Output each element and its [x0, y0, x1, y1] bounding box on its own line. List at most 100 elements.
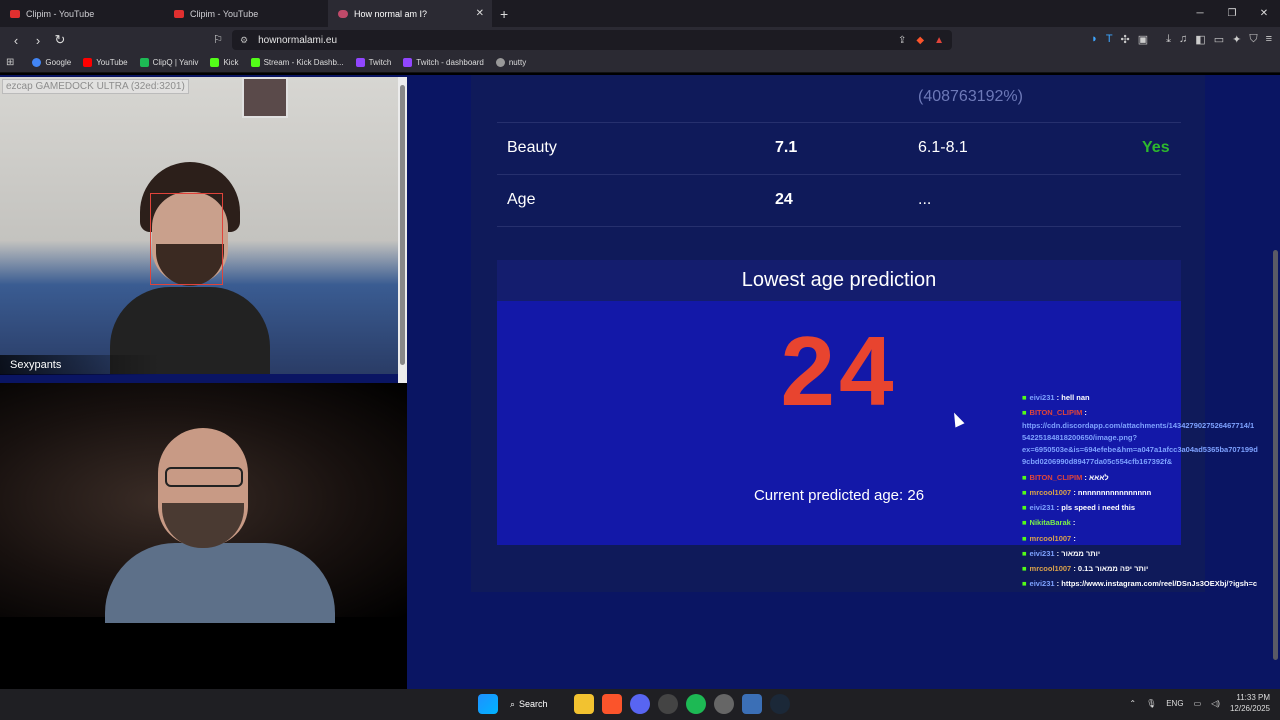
percent-text: (408763192%)	[918, 88, 1023, 105]
divider	[497, 122, 1181, 123]
youtube-icon	[10, 9, 20, 18]
translate-icon[interactable]: T	[1106, 33, 1113, 46]
steam-icon[interactable]	[770, 694, 790, 714]
start-icon[interactable]	[478, 694, 498, 714]
volume-icon[interactable]: ◁)	[1211, 699, 1220, 708]
search-label: Search	[519, 699, 548, 709]
windows-taskbar: ⌕ Search ⌃ 🎙 ENG ▭ ◁) 11:33 PM 12/26/2025	[0, 689, 1280, 720]
toolbar-icons: ◗ T ✣ ▣ ⤓ ♫ ◧ ▭ ✦ ⛉ ≡	[1091, 33, 1272, 46]
app-icon[interactable]	[658, 694, 678, 714]
extensions-icon[interactable]: ✣	[1121, 33, 1130, 46]
chat-message: ex=6950503e&is=694efebe&hm=a047a1afcc3a0…	[1022, 445, 1258, 454]
microphone-icon[interactable]: 🎙	[1146, 699, 1156, 708]
wall-poster	[242, 77, 288, 118]
chat-message: ■ mrcool1007 : יותר יפה ממאור ב0.1	[1022, 564, 1149, 573]
site-info-icon[interactable]: ⚙	[240, 35, 248, 46]
kick-icon	[250, 58, 260, 67]
bookmark-label: YouTube	[96, 58, 128, 67]
chat-overlay: ■ eivi231 : hell nan ■ BITON_CLIPIM : http…	[1018, 378, 1280, 598]
bookmark-nutty[interactable]: nutty	[495, 58, 527, 67]
tab-title: How normal am I?	[354, 8, 428, 19]
apps-grid-icon[interactable]: ⊞	[6, 57, 14, 68]
clock[interactable]: 11:33 PM 12/26/2025	[1230, 692, 1270, 714]
vpn-icon[interactable]: ⛉	[1249, 33, 1257, 46]
app-icon[interactable]	[742, 694, 762, 714]
close-window-button[interactable]: ✕	[1248, 8, 1280, 19]
bookmark-label: Twitch	[368, 58, 392, 67]
bookmark-label: Twitch - dashboard	[416, 58, 484, 67]
taskbar-search[interactable]: ⌕ Search	[506, 694, 566, 714]
navigation-toolbar: ‹ › ↻ ⚐ ⚙ hownormalami.eu ⇪ ◆ ▲ ◗ T ✣ ▣ …	[0, 27, 1280, 53]
webcam-feed-guest	[0, 383, 407, 689]
bookmark-twitch[interactable]: Twitch	[355, 58, 392, 67]
row-status-beauty: Yes	[1142, 139, 1170, 156]
wallet-icon[interactable]: ▭	[1214, 33, 1224, 46]
obs-icon[interactable]	[714, 694, 734, 714]
audio-icon[interactable]: ◗	[1091, 33, 1098, 46]
bookmark-kick[interactable]: Kick	[210, 58, 239, 67]
row-label-beauty: Beauty	[507, 139, 557, 156]
bookmark-label: nutty	[508, 58, 527, 67]
back-button[interactable]: ‹	[6, 33, 26, 48]
bookmark-label: Stream - Kick Dashb...	[263, 58, 344, 67]
taskbar-apps: ⌕ Search	[478, 694, 790, 714]
bookmark-clipq[interactable]: ClipQ | Yaniv	[139, 58, 198, 67]
tab-title: Clipim - YouTube	[190, 8, 259, 19]
bookmark-label: Google	[45, 58, 72, 67]
discord-icon[interactable]	[630, 694, 650, 714]
tab-title: Clipim - YouTube	[26, 8, 95, 19]
new-tab-button[interactable]: +	[500, 6, 508, 22]
clock-date: 12/26/2025	[1229, 704, 1270, 713]
bookmark-twitch-dashboard[interactable]: Twitch - dashboard	[403, 58, 484, 67]
bookmark-google[interactable]: Google	[32, 58, 71, 67]
brave-icon[interactable]	[602, 694, 622, 714]
bookmark-youtube[interactable]: YouTube	[83, 58, 128, 67]
chat-message: https://cdn.discordapp.com/attachments/1…	[1022, 421, 1255, 430]
tab-manager-icon[interactable]: ▣	[1138, 33, 1148, 46]
row-label-age: Age	[507, 191, 536, 208]
bookmark-kick-dashboard[interactable]: Stream - Kick Dashb...	[250, 58, 344, 67]
window-controls: ─ ❐ ✕	[1184, 0, 1280, 27]
forward-button[interactable]: ›	[28, 33, 48, 48]
bookmark-icon[interactable]: ⚐	[208, 33, 228, 46]
browser-tab-1[interactable]: Clipim - YouTube	[0, 0, 164, 27]
browser-tab-2[interactable]: Clipim - YouTube	[164, 0, 328, 27]
capture-device-dropdown[interactable]: ezcap GAMEDOCK ULTRA (32ed:3201)	[2, 79, 189, 94]
webcam-scrollbar[interactable]	[398, 77, 407, 383]
reload-button[interactable]: ↻	[50, 32, 70, 48]
chat-message: ■ mrcool1007 :	[1022, 534, 1076, 543]
clock-time: 11:33 PM	[1236, 693, 1270, 702]
chat-message: ■ BITON_CLIPIM : לאאא	[1022, 473, 1109, 482]
kick-icon	[210, 58, 220, 67]
brave-shields-icon[interactable]: ◆	[916, 35, 924, 46]
close-tab-icon[interactable]: ✕	[476, 8, 484, 19]
minimize-button[interactable]: ─	[1184, 8, 1216, 19]
network-icon[interactable]: ▭	[1194, 699, 1202, 708]
media-icon[interactable]: ♫	[1179, 33, 1187, 46]
guest-figure	[105, 423, 335, 623]
file-explorer-icon[interactable]	[574, 694, 594, 714]
address-bar-actions: ⇪ ◆ ▲	[898, 35, 944, 46]
menu-icon[interactable]: ≡	[1266, 33, 1272, 46]
browser-tab-strip: Clipim - YouTube Clipim - YouTube How no…	[0, 0, 1280, 27]
download-icon[interactable]: ⤓	[1166, 33, 1171, 46]
chevron-up-icon[interactable]: ⌃	[1129, 699, 1136, 708]
maximize-button[interactable]: ❐	[1216, 8, 1248, 19]
row-range-age: ...	[918, 191, 932, 208]
row-value-age: 24	[775, 191, 793, 208]
leo-ai-icon[interactable]: ✦	[1232, 33, 1241, 46]
brave-rewards-icon[interactable]: ▲	[934, 35, 944, 46]
bookmarks-bar: ⊞ Google YouTube ClipQ | Yaniv Kick Stre…	[0, 53, 1280, 73]
chat-message: ■ mrcool1007 : nnnnnnnnnnnnnnnn	[1022, 488, 1152, 497]
google-icon	[32, 58, 42, 67]
sidebar-icon[interactable]: ◧	[1195, 33, 1205, 46]
browser-tab-3[interactable]: How normal am I? ✕	[328, 0, 492, 27]
address-bar[interactable]: ⚙ hownormalami.eu ⇪ ◆ ▲	[232, 30, 952, 50]
language-indicator[interactable]: ENG	[1166, 699, 1183, 708]
spotify-icon[interactable]	[686, 694, 706, 714]
share-icon[interactable]: ⇪	[898, 35, 906, 46]
twitch-icon	[355, 58, 365, 67]
row-value-beauty: 7.1	[775, 139, 798, 156]
system-tray: ⌃ 🎙 ENG ▭ ◁) 11:33 PM 12/26/2025	[1129, 692, 1270, 714]
play-icon	[139, 58, 149, 67]
